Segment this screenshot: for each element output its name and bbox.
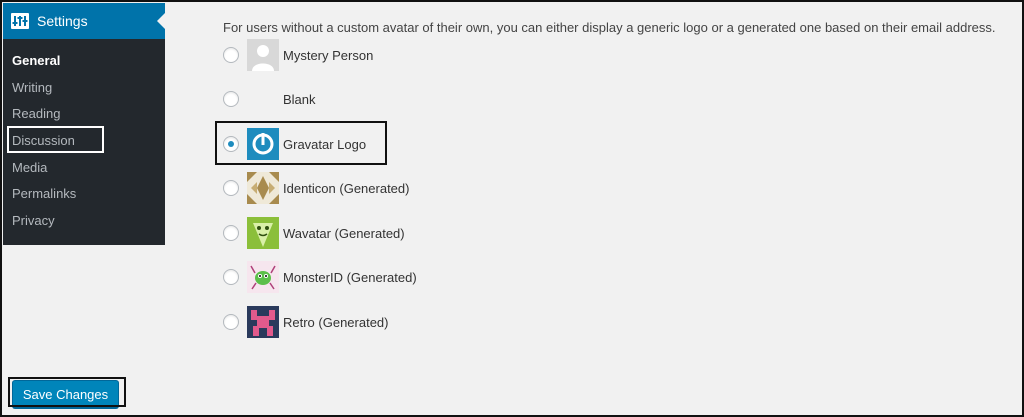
mystery-person-avatar-icon bbox=[247, 39, 279, 71]
avatar-option-label: Retro (Generated) bbox=[283, 314, 389, 330]
avatar-option-monsterid[interactable]: MonsterID (Generated) bbox=[223, 260, 417, 294]
admin-sidebar: Settings General Writing Reading Discuss… bbox=[3, 3, 165, 245]
gravatar-logo-highlight-box bbox=[215, 121, 387, 165]
avatar-option-label: Mystery Person bbox=[283, 47, 374, 63]
radio-wavatar[interactable] bbox=[223, 225, 239, 241]
radio-blank[interactable] bbox=[223, 91, 239, 107]
wavatar-avatar-icon bbox=[247, 217, 279, 249]
radio-mystery[interactable] bbox=[223, 47, 239, 63]
avatar-option-label: Identicon (Generated) bbox=[283, 180, 410, 196]
avatar-option-wavatar[interactable]: Wavatar (Generated) bbox=[223, 216, 405, 250]
avatar-option-identicon[interactable]: Identicon (Generated) bbox=[223, 171, 409, 205]
blank-avatar-icon bbox=[247, 83, 279, 115]
identicon-avatar-icon bbox=[247, 172, 279, 204]
radio-retro[interactable] bbox=[223, 314, 239, 330]
sidebar-item-privacy[interactable]: Privacy bbox=[3, 208, 165, 235]
avatar-option-label: MonsterID (Generated) bbox=[283, 269, 417, 285]
avatar-option-mystery[interactable]: Mystery Person bbox=[223, 38, 373, 72]
avatar-option-retro[interactable]: Retro (Generated) bbox=[223, 305, 389, 339]
save-button-highlight-box bbox=[8, 377, 126, 407]
avatar-option-label: Blank bbox=[283, 91, 316, 107]
avatar-option-blank[interactable]: Blank bbox=[223, 82, 316, 116]
radio-identicon[interactable] bbox=[223, 180, 239, 196]
default-avatar-description: For users without a custom avatar of the… bbox=[223, 20, 996, 35]
settings-menu-label: Settings bbox=[37, 13, 88, 29]
monsterid-avatar-icon bbox=[247, 261, 279, 293]
sidebar-item-general[interactable]: General bbox=[3, 48, 165, 75]
retro-avatar-icon bbox=[247, 306, 279, 338]
sidebar-item-media[interactable]: Media bbox=[3, 155, 165, 182]
radio-monsterid[interactable] bbox=[223, 269, 239, 285]
sidebar-item-permalinks[interactable]: Permalinks bbox=[3, 181, 165, 208]
settings-icon bbox=[11, 13, 29, 29]
sidebar-item-writing[interactable]: Writing bbox=[3, 75, 165, 102]
avatar-option-label: Wavatar (Generated) bbox=[283, 225, 405, 241]
sidebar-item-reading[interactable]: Reading bbox=[3, 101, 165, 128]
discussion-highlight-box bbox=[7, 126, 104, 153]
settings-menu-header[interactable]: Settings bbox=[3, 3, 165, 39]
